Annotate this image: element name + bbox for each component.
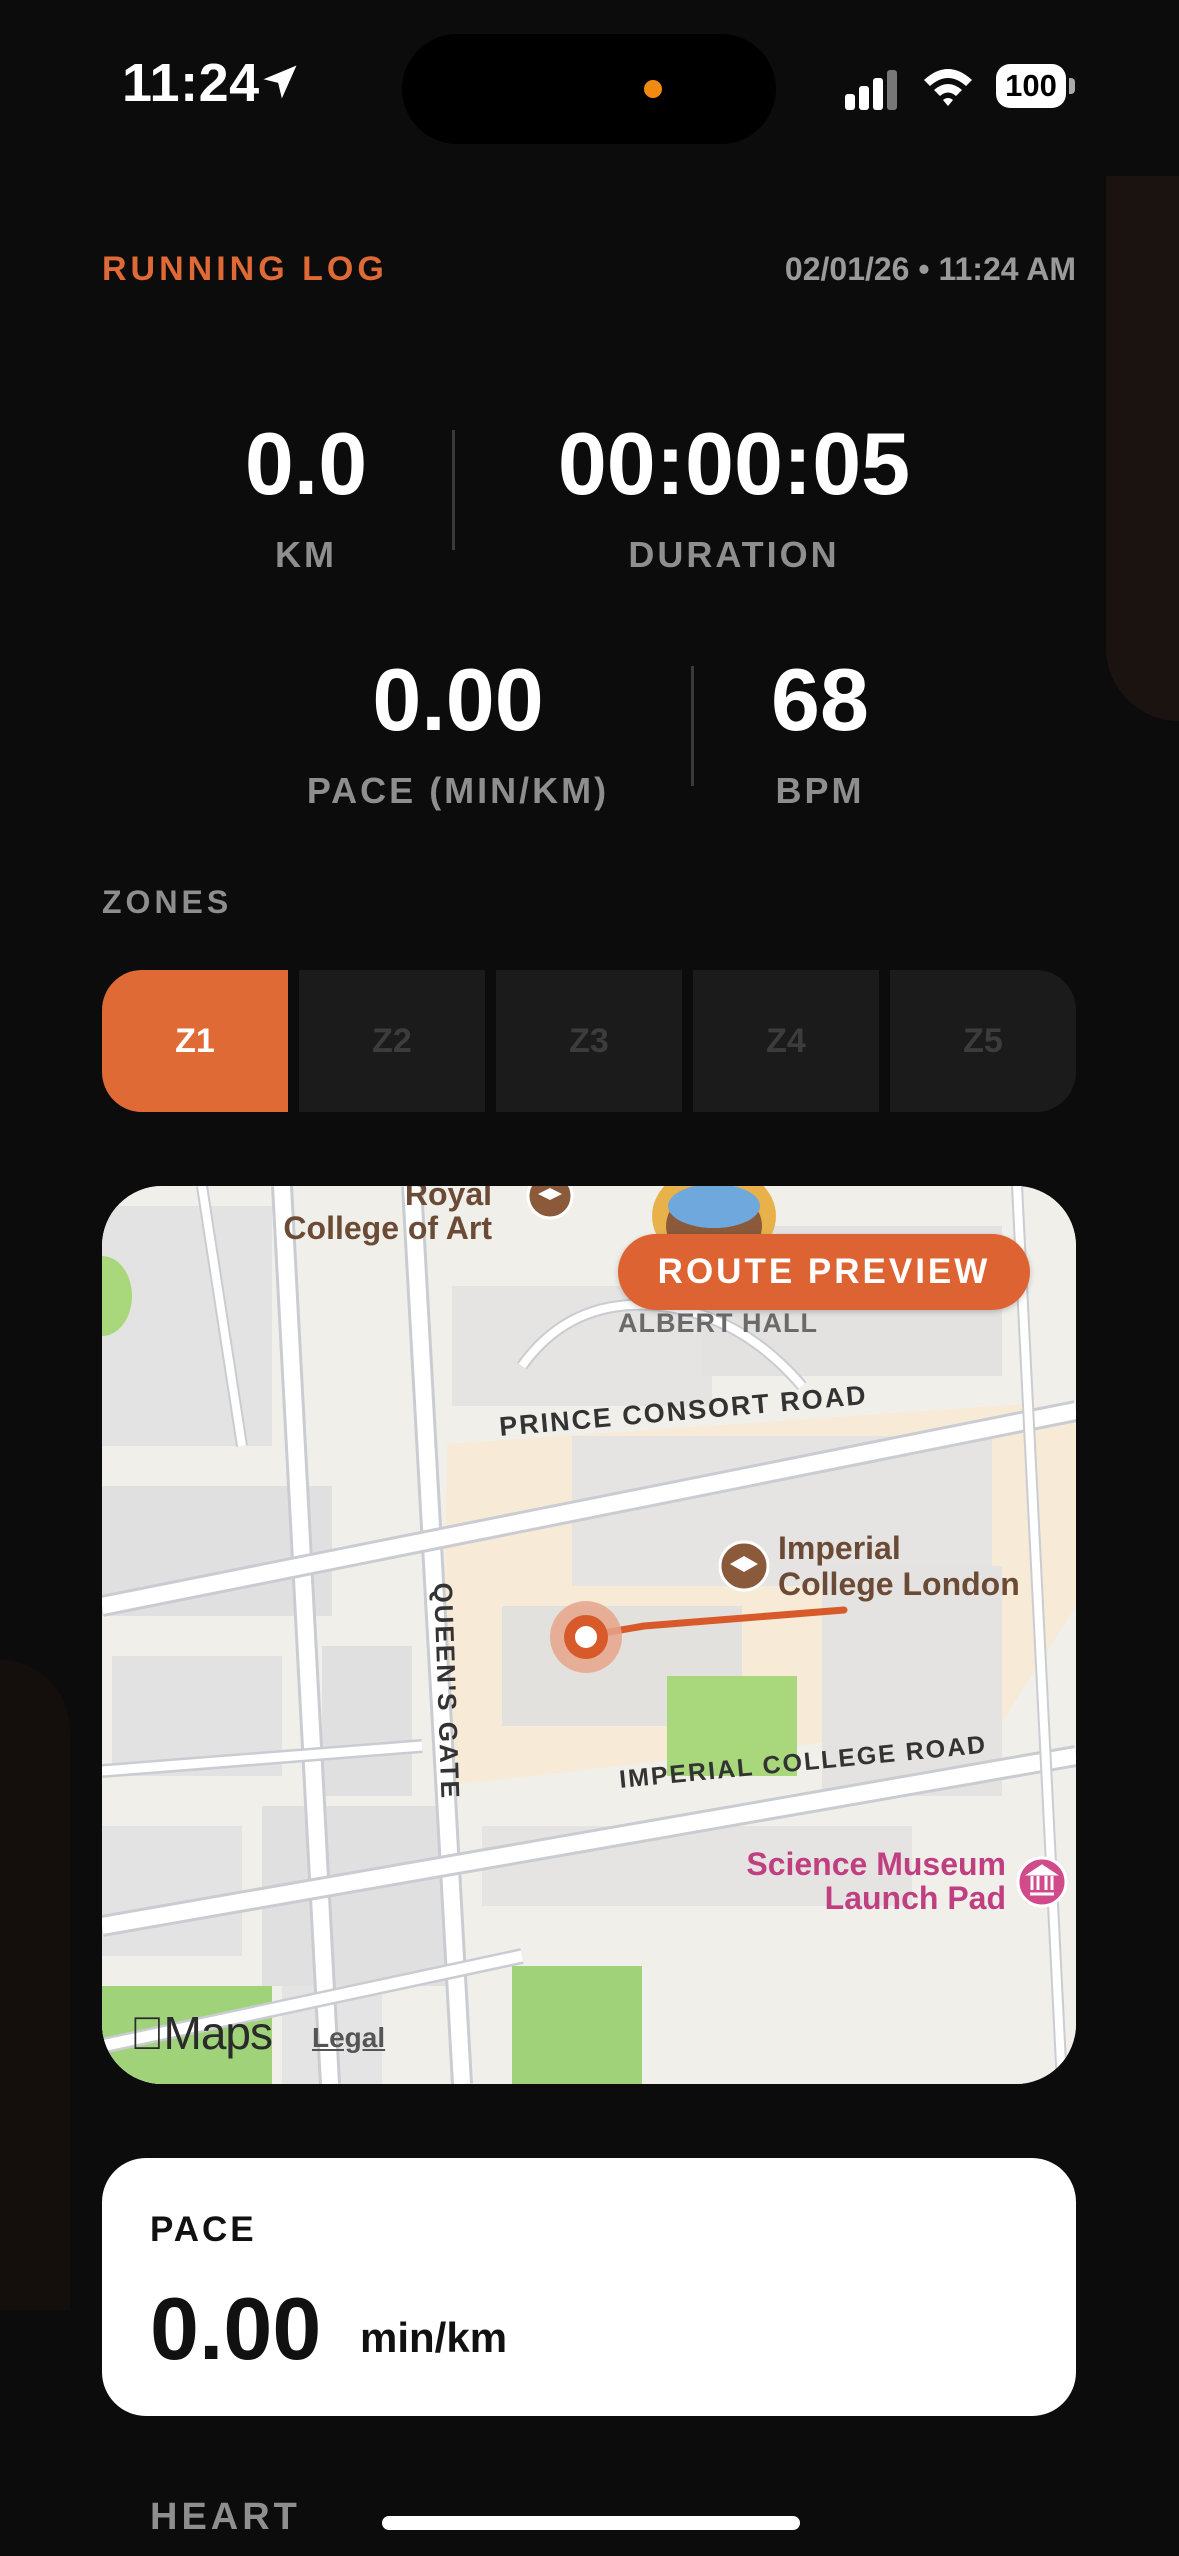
page-title: RUNNING LOG [102, 250, 388, 288]
zone-z3-button[interactable]: Z3 [496, 970, 682, 1112]
privacy-indicator-icon [644, 80, 662, 98]
distance-label: KM [275, 534, 337, 575]
location-arrow-icon [263, 65, 297, 99]
heart-rate-stat: 68 BPM [720, 656, 920, 812]
decorative-panel-left [0, 1660, 70, 2310]
route-map[interactable]: Royal College of Art ALBERT HALL PRINCE … [102, 1186, 1076, 2084]
battery-level: 100 [996, 64, 1066, 108]
battery-nub [1069, 78, 1075, 94]
distance-value: 0.0 [244, 414, 368, 513]
map-label-albert-hall: ALBERT HALL [618, 1308, 818, 1338]
apple-maps-logo: Maps [130, 2006, 273, 2060]
status-time: 11:24 [122, 53, 260, 113]
apple-logo-icon:  [130, 2007, 164, 2059]
pace-card-unit: min/km [360, 2314, 508, 2361]
heart-rate-value: 68 [771, 650, 869, 749]
map-label-science-museum-2: Launch Pad [824, 1880, 1006, 1916]
zones-title: ZONES [102, 884, 233, 920]
distance-stat: 0.0 KM [206, 420, 406, 576]
pace-card: PACE 0.00 min/km [102, 2158, 1076, 2416]
map-legal-link[interactable]: Legal [312, 2022, 385, 2054]
zone-z4-button[interactable]: Z4 [693, 970, 879, 1112]
route-preview-button[interactable]: ROUTE PREVIEW [618, 1234, 1030, 1310]
duration-value: 00:00:05 [557, 414, 911, 513]
zone-z1-button[interactable]: Z1 [102, 970, 288, 1112]
pace-card-title: PACE [150, 2210, 257, 2249]
decorative-panel-right [1106, 176, 1179, 721]
duration-label: DURATION [628, 534, 840, 575]
cellular-signal-icon [845, 70, 897, 110]
log-datetime: 02/01/26 • 11:24 AM [784, 251, 1076, 287]
home-indicator[interactable] [382, 2516, 800, 2530]
map-canvas [102, 1186, 1076, 2084]
pace-stat: 0.00 PACE (MIN/KM) [280, 656, 636, 812]
map-label-science-museum-1: Science Museum [746, 1846, 1006, 1882]
map-label-imperial-1: Imperial [778, 1530, 901, 1566]
stat-divider [452, 430, 455, 550]
zone-z5-button[interactable]: Z5 [890, 970, 1076, 1112]
pace-value: 0.00 [372, 650, 544, 749]
dynamic-island [402, 34, 776, 144]
zones-selector: Z1 Z2 Z3 Z4 Z5 [102, 970, 1076, 1112]
wifi-icon [924, 69, 972, 106]
maps-logo-text: Maps [130, 2007, 273, 2059]
pace-card-value: 0.00 [150, 2279, 322, 2378]
zone-z2-button[interactable]: Z2 [299, 970, 485, 1112]
heart-rate-label: BPM [775, 770, 865, 811]
map-label-royal-college: Royal College of Art [282, 1186, 492, 1245]
pace-label: PACE (MIN/KM) [306, 770, 610, 811]
map-label-royal-college-text: Royal College of Art [283, 1186, 492, 1246]
stat-divider [691, 666, 694, 786]
battery-indicator: 100 [996, 64, 1076, 108]
map-label-imperial-2: College London [778, 1566, 1020, 1602]
heart-section-title: HEART [150, 2496, 301, 2538]
duration-stat: 00:00:05 DURATION [500, 420, 968, 576]
